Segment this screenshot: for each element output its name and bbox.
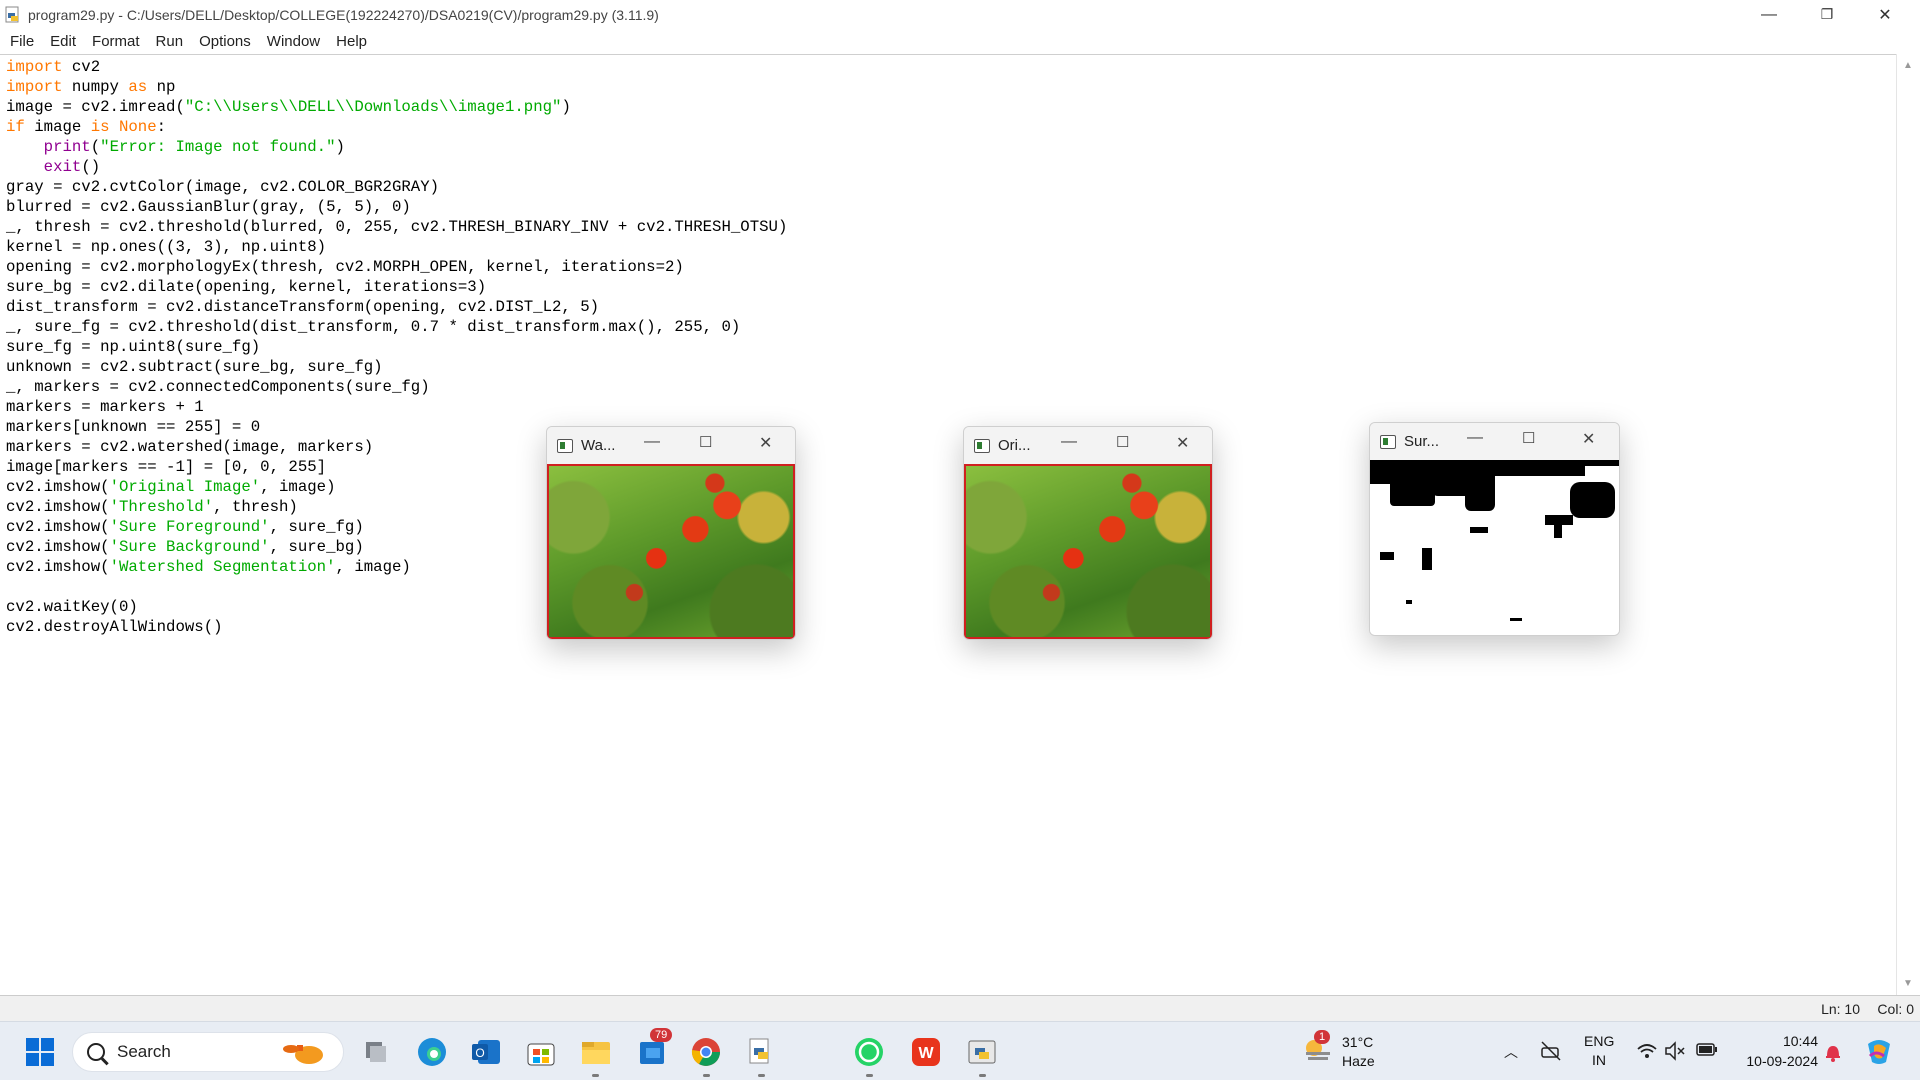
notification-bell-icon[interactable]: [1824, 1042, 1842, 1062]
watershed-window-title: Wa...: [581, 437, 616, 454]
clock-date: 10-09-2024: [1746, 1053, 1818, 1069]
window-title: program29.py - C:/Users/DELL/Desktop/COL…: [28, 6, 659, 23]
code-line[interactable]: _, markers = cv2.connectedComponents(sur…: [6, 377, 787, 397]
menu-edit[interactable]: Edit: [42, 33, 84, 50]
weather-temp: 31°C: [1342, 1034, 1374, 1050]
system-clock[interactable]: 10:44 10-09-2024: [1728, 1031, 1818, 1071]
watershed-image: [547, 464, 795, 639]
original-window-titlebar[interactable]: Ori... — ☐ ✕: [964, 427, 1212, 464]
code-line[interactable]: import numpy as np: [6, 77, 787, 97]
svg-text:O: O: [475, 1046, 484, 1060]
clock-time: 10:44: [1782, 1033, 1818, 1049]
chevron-up-icon[interactable]: ︿: [1504, 1042, 1518, 1062]
code-line[interactable]: image = cv2.imread("C:\\Users\\DELL\\Dow…: [6, 97, 787, 117]
menu-options[interactable]: Options: [191, 33, 259, 50]
battery-icon[interactable]: [1696, 1042, 1718, 1058]
wps-icon[interactable]: W: [910, 1036, 942, 1068]
close-icon[interactable]: ✕: [1582, 429, 1595, 449]
menu-window[interactable]: Window: [259, 33, 328, 50]
wifi-icon[interactable]: [1636, 1040, 1658, 1062]
vertical-scrollbar[interactable]: ▲ ▼: [1896, 54, 1920, 995]
maximize-icon[interactable]: ☐: [1116, 433, 1129, 451]
store-icon[interactable]: [525, 1036, 557, 1068]
minimize-button[interactable]: —: [1740, 0, 1798, 29]
search-label: Search: [117, 1042, 171, 1061]
opencv-window-icon: [1380, 434, 1396, 449]
search-icon: [87, 1043, 105, 1061]
code-line[interactable]: print("Error: Image not found."): [6, 137, 787, 157]
edge-icon[interactable]: [416, 1036, 448, 1068]
sure-fg-window-titlebar[interactable]: Sur... — ☐ ✕: [1370, 423, 1619, 460]
code-line[interactable]: unknown = cv2.subtract(sure_bg, sure_fg): [6, 357, 787, 377]
menu-bar: File Edit Format Run Options Window Help: [0, 29, 1920, 54]
opencv-window-icon: [974, 438, 990, 453]
code-line[interactable]: kernel = np.ones((3, 3), np.uint8): [6, 237, 787, 257]
sure-fg-window-title: Sur...: [1404, 433, 1440, 450]
code-line[interactable]: sure_fg = np.uint8(sure_fg): [6, 337, 787, 357]
file-explorer-icon[interactable]: [580, 1036, 612, 1068]
task-view-icon[interactable]: [360, 1036, 392, 1068]
code-line[interactable]: _, sure_fg = cv2.threshold(dist_transfor…: [6, 317, 787, 337]
sure-foreground-image: [1370, 460, 1619, 635]
original-window-title: Ori...: [998, 437, 1031, 454]
chrome-icon[interactable]: [690, 1036, 722, 1068]
code-line[interactable]: import cv2: [6, 57, 787, 77]
original-image: [964, 464, 1212, 639]
minimize-icon[interactable]: —: [644, 433, 660, 451]
watershed-window[interactable]: Wa... — ☐ ✕: [546, 426, 796, 640]
whatsapp-icon[interactable]: [853, 1036, 885, 1068]
maximize-icon[interactable]: ☐: [699, 433, 712, 451]
title-bar: program29.py - C:/Users/DELL/Desktop/COL…: [0, 0, 1920, 29]
menu-format[interactable]: Format: [84, 33, 148, 50]
outlook-icon[interactable]: O: [470, 1036, 502, 1068]
menu-run[interactable]: Run: [148, 33, 192, 50]
code-line[interactable]: markers = markers + 1: [6, 397, 787, 417]
code-line[interactable]: if image is None:: [6, 117, 787, 137]
code-line[interactable]: _, thresh = cv2.threshold(blurred, 0, 25…: [6, 217, 787, 237]
close-icon[interactable]: ✕: [759, 433, 772, 453]
code-line[interactable]: dist_transform = cv2.distanceTransform(o…: [6, 297, 787, 317]
watershed-window-titlebar[interactable]: Wa... — ☐ ✕: [547, 427, 795, 464]
weather-widget[interactable]: 1 31°C Haze: [1302, 1030, 1422, 1074]
python-icon[interactable]: [745, 1036, 777, 1068]
weather-condition: Haze: [1342, 1053, 1375, 1069]
column-indicator: Col: 0: [1877, 1001, 1914, 1017]
menu-help[interactable]: Help: [328, 33, 375, 50]
scroll-up-arrow-icon[interactable]: ▲: [1903, 60, 1913, 71]
code-line[interactable]: sure_bg = cv2.dilate(opening, kernel, it…: [6, 277, 787, 297]
line-indicator: Ln: 10: [1821, 1001, 1860, 1017]
opencv-window-icon: [557, 438, 573, 453]
network-off-icon[interactable]: [1540, 1040, 1562, 1062]
code-line[interactable]: exit(): [6, 157, 787, 177]
restore-button[interactable]: ❐: [1798, 0, 1856, 29]
close-button[interactable]: ✕: [1856, 0, 1914, 29]
status-bar: Ln: 10 Col: 0: [0, 995, 1920, 1021]
search-highlight-icon: [279, 1039, 333, 1067]
scroll-down-arrow-icon[interactable]: ▼: [1903, 978, 1913, 989]
volume-mute-icon[interactable]: [1664, 1040, 1686, 1062]
mail-badge: 79: [650, 1028, 673, 1042]
windows-start-icon[interactable]: [24, 1036, 56, 1068]
language-top[interactable]: ENG: [1584, 1033, 1614, 1049]
code-line[interactable]: opening = cv2.morphologyEx(thresh, cv2.M…: [6, 257, 787, 277]
menu-file[interactable]: File: [2, 33, 42, 50]
minimize-icon[interactable]: —: [1061, 433, 1077, 451]
python-file-icon: [4, 6, 22, 24]
copilot-icon[interactable]: [1864, 1036, 1894, 1066]
taskbar: Search O 79 W 1 31°C Haze ︿ ENG IN 10:44…: [0, 1021, 1920, 1080]
original-window[interactable]: Ori... — ☐ ✕: [963, 426, 1213, 640]
maximize-icon[interactable]: ☐: [1522, 429, 1535, 447]
weather-badge: 1: [1314, 1030, 1331, 1044]
language-bottom[interactable]: IN: [1592, 1052, 1606, 1068]
code-line[interactable]: blurred = cv2.GaussianBlur(gray, (5, 5),…: [6, 197, 787, 217]
code-line[interactable]: gray = cv2.cvtColor(image, cv2.COLOR_BGR…: [6, 177, 787, 197]
taskbar-search[interactable]: Search: [72, 1032, 344, 1072]
minimize-icon[interactable]: —: [1467, 429, 1483, 447]
idle-icon[interactable]: [966, 1036, 998, 1068]
sure-fg-window[interactable]: Sur... — ☐ ✕: [1369, 422, 1620, 636]
svg-text:W: W: [918, 1045, 934, 1062]
close-icon[interactable]: ✕: [1176, 433, 1189, 453]
